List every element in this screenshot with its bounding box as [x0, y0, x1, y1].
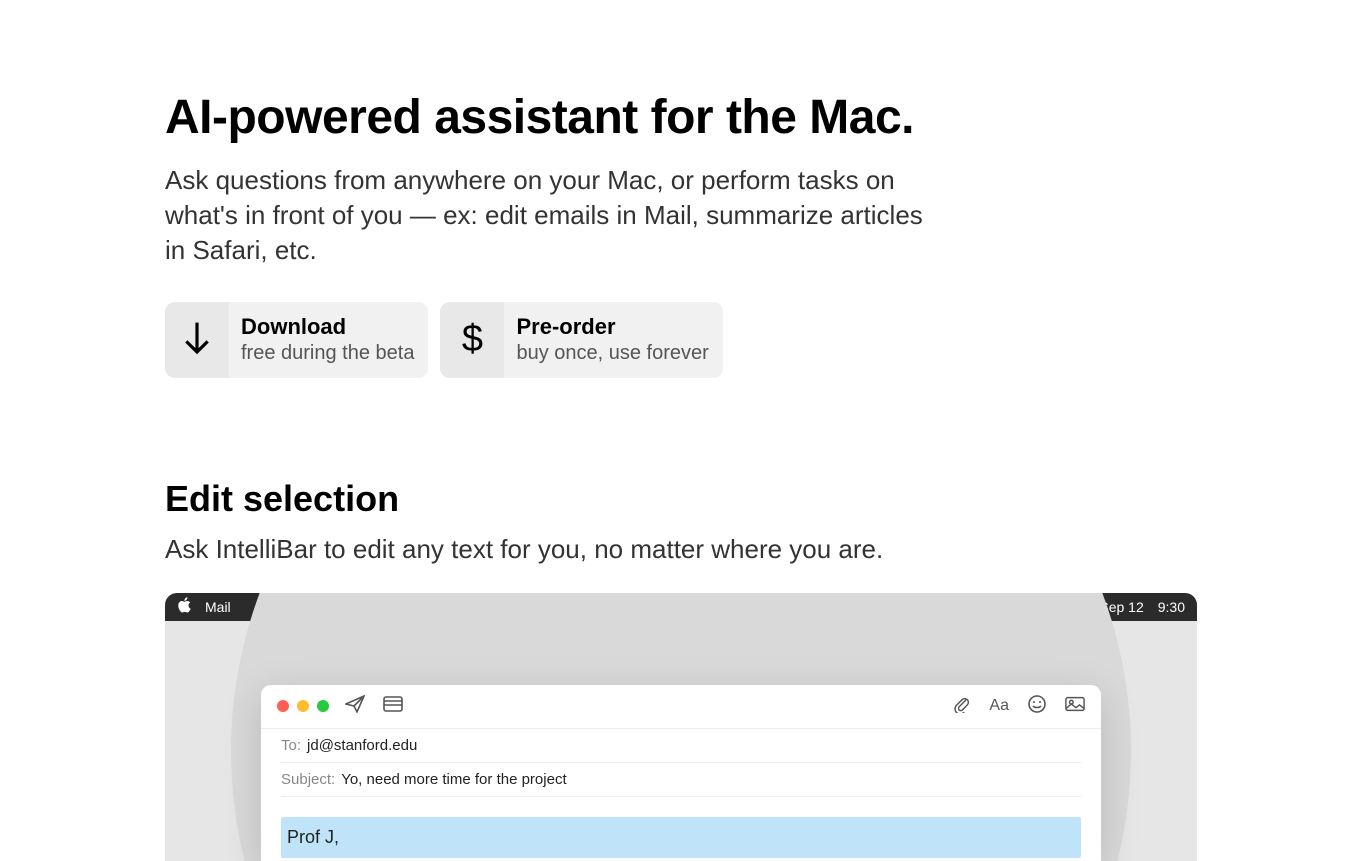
hero-title: AI-powered assistant for the Mac. [165, 90, 1195, 145]
section-subtitle: Ask IntelliBar to edit any text for you,… [165, 534, 1195, 565]
download-button[interactable]: Download free during the beta [165, 302, 428, 377]
mail-to-value: jd@stanford.edu [307, 737, 417, 754]
dollar-icon: $ [440, 302, 504, 377]
mail-compose-window: Aa To: jd@stanford.edu [261, 685, 1101, 861]
send-icon[interactable] [345, 695, 365, 718]
mail-titlebar: Aa [261, 685, 1101, 729]
menubar-time: 9:30 [1158, 599, 1185, 615]
emoji-icon[interactable] [1027, 695, 1047, 718]
mail-to-label: To: [281, 737, 301, 754]
minimize-icon[interactable] [297, 700, 309, 712]
close-icon[interactable] [277, 700, 289, 712]
mail-subject-value: Yo, need more time for the project [341, 771, 566, 788]
cta-row: Download free during the beta $ Pre-orde… [165, 302, 1195, 377]
preorder-sub: buy once, use forever [516, 341, 708, 366]
download-label: Download [241, 314, 414, 340]
format-icon[interactable]: Aa [989, 697, 1009, 715]
zoom-icon[interactable] [317, 700, 329, 712]
hero-subtitle: Ask questions from anywhere on your Mac,… [165, 163, 945, 268]
desktop-area: Aa To: jd@stanford.edu [165, 621, 1197, 861]
preorder-label: Pre-order [516, 314, 708, 340]
header-fields-icon[interactable] [383, 695, 403, 718]
selected-text: Prof J, [281, 817, 1081, 858]
mail-to-row[interactable]: To: jd@stanford.edu [281, 729, 1081, 763]
menubar-app-name: Mail [205, 599, 231, 615]
mac-screenshot: Mail Tue Sep 12 9:30 [165, 593, 1197, 861]
mail-subject-row[interactable]: Subject: Yo, need more time for the proj… [281, 763, 1081, 797]
preorder-button[interactable]: $ Pre-order buy once, use forever [440, 302, 722, 377]
download-icon [165, 302, 229, 377]
apple-logo-icon [177, 597, 191, 616]
download-sub: free during the beta [241, 341, 414, 366]
window-traffic-lights[interactable] [277, 700, 329, 712]
mail-body[interactable]: Prof J, [261, 797, 1101, 861]
photo-icon[interactable] [1065, 695, 1085, 718]
mail-subject-label: Subject: [281, 771, 335, 788]
attachment-icon[interactable] [951, 695, 971, 718]
section-title: Edit selection [165, 478, 1195, 520]
